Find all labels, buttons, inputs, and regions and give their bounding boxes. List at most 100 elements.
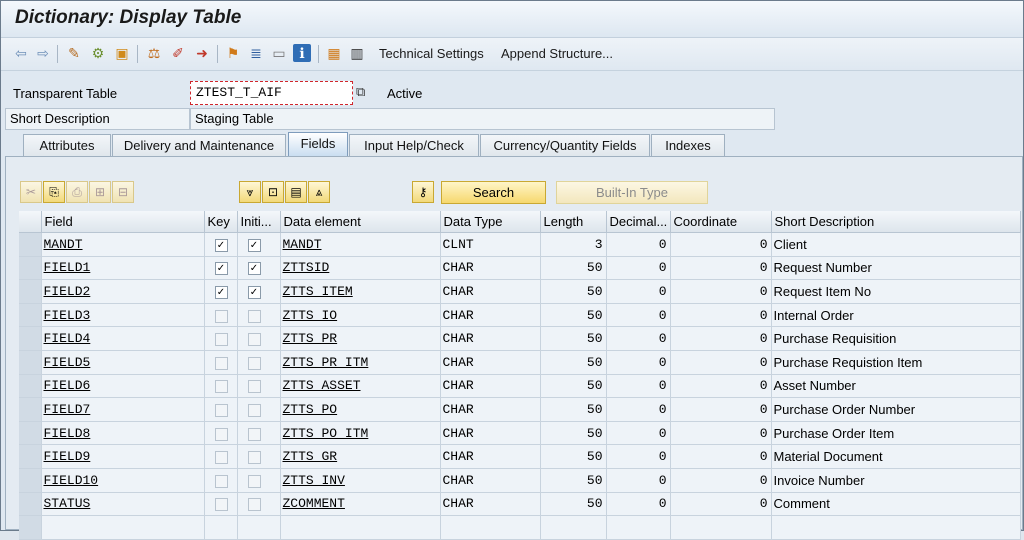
table-row[interactable]: FIELD4 ZTTS_PR CHAR 50 0 0 Purchase Requisitio… <box>19 326 1021 351</box>
table-row[interactable]: FIELD9 ZTTS_GR CHAR 50 0 0 Material Document <box>19 444 1021 469</box>
unchecked-checkbox[interactable] <box>214 333 228 347</box>
row-selector[interactable] <box>19 256 42 281</box>
data-element-cell-text[interactable]: ZTTS_PO_ITM <box>283 426 369 441</box>
table-row[interactable]: FIELD1 ✓ ✓ ZTTSID CHAR 50 0 0 Request Number <box>19 256 1021 281</box>
coordinate-cell[interactable]: 0 <box>670 468 772 493</box>
decimals-cell[interactable]: 0 <box>606 350 671 375</box>
field-name-cell-text[interactable]: FIELD3 <box>44 308 91 323</box>
field-name-cell[interactable]: FIELD9 <box>41 444 205 469</box>
data-element-cell-text[interactable]: ZTTS_GR <box>283 449 338 464</box>
coordinate-cell[interactable]: 0 <box>670 303 772 328</box>
technical-settings-button[interactable]: Technical Settings <box>379 46 484 61</box>
insert-row-icon[interactable]: ⊞ <box>89 181 111 203</box>
column-header[interactable]: Key <box>204 211 238 233</box>
unchecked-checkbox[interactable] <box>214 356 228 370</box>
decimals-cell[interactable]: 0 <box>606 421 671 446</box>
column-header[interactable]: Data Type <box>440 211 541 233</box>
column-header[interactable]: Field <box>41 211 205 233</box>
forward-arrow-icon[interactable]: ⇨ <box>34 44 52 62</box>
initial-checkbox[interactable] <box>237 303 281 328</box>
collapse-icon[interactable]: ⩓ <box>308 181 330 203</box>
checked-checkbox[interactable]: ✓ <box>214 262 228 276</box>
data-element-cell-text[interactable]: ZCOMMENT <box>283 496 345 511</box>
contents-icon[interactable]: ▦ <box>325 44 343 62</box>
length-cell[interactable]: 50 <box>540 492 607 517</box>
field-name-cell[interactable]: FIELD1 <box>41 256 205 281</box>
tab-delivery-maintenance[interactable]: Delivery and Maintenance <box>112 134 286 157</box>
field-name-cell-text[interactable]: FIELD2 <box>44 284 91 299</box>
data-type-cell[interactable]: CHAR <box>440 326 541 351</box>
row-selector[interactable] <box>19 374 42 399</box>
column-header[interactable]: Decimal... <box>606 211 671 233</box>
initial-checkbox[interactable] <box>237 350 281 375</box>
table-row[interactable]: FIELD8 ZTTS_PO_ITM CHAR 50 0 0 Purchase Order … <box>19 421 1021 446</box>
unchecked-checkbox[interactable] <box>247 380 261 394</box>
short-description-cell[interactable]: Request Number <box>771 256 1021 281</box>
unchecked-checkbox[interactable] <box>247 427 261 441</box>
expand-icon[interactable]: ⩔ <box>239 181 261 203</box>
search-help-icon[interactable]: ⚷ <box>412 181 434 203</box>
coordinate-cell[interactable]: 0 <box>670 421 772 446</box>
tab-indexes[interactable]: Indexes <box>651 134 725 157</box>
key-checkbox[interactable]: ✓ <box>204 279 238 304</box>
data-element-cell[interactable]: ZTTS_ITEM <box>280 279 441 304</box>
builtin-type-button[interactable]: Built-In Type <box>556 181 708 204</box>
field-name-cell-text[interactable]: FIELD7 <box>44 402 91 417</box>
short-description-cell[interactable]: Purchase Requistion Item <box>771 350 1021 375</box>
field-name-cell-text[interactable]: FIELD10 <box>44 473 99 488</box>
length-cell[interactable]: 50 <box>540 326 607 351</box>
data-element-cell-text[interactable]: ZTTS_ASSET <box>283 378 361 393</box>
table-row[interactable]: STATUS ZCOMMENT CHAR 50 0 0 Comment <box>19 492 1021 517</box>
delete-row-icon[interactable]: ⊟ <box>112 181 134 203</box>
short-description-cell[interactable]: Invoice Number <box>771 468 1021 493</box>
data-element-cell-text[interactable]: ZTTS_IO <box>283 308 338 323</box>
data-element-cell[interactable]: ZTTSID <box>280 256 441 281</box>
row-selector[interactable] <box>19 515 42 540</box>
coordinate-cell[interactable]: 0 <box>670 444 772 469</box>
append-structure-button[interactable]: Append Structure... <box>501 46 613 61</box>
field-name-cell-text[interactable]: MANDT <box>44 237 83 252</box>
short-description-cell[interactable] <box>771 515 1021 540</box>
field-name-cell[interactable]: FIELD3 <box>41 303 205 328</box>
data-type-cell[interactable] <box>440 515 541 540</box>
initial-checkbox[interactable] <box>237 468 281 493</box>
decimals-cell[interactable]: 0 <box>606 492 671 517</box>
data-element-cell[interactable]: ZTTS_ASSET <box>280 374 441 399</box>
key-checkbox[interactable] <box>204 326 238 351</box>
decimals-cell[interactable]: 0 <box>606 256 671 281</box>
paste-icon[interactable]: ⎙ <box>66 181 88 203</box>
data-type-cell[interactable]: CHAR <box>440 444 541 469</box>
coordinate-cell[interactable]: 0 <box>670 256 772 281</box>
transparent-table-field[interactable]: ZTEST_T_AIF <box>190 81 353 105</box>
tab-fields[interactable]: Fields <box>288 132 348 157</box>
key-checkbox[interactable] <box>204 468 238 493</box>
info-icon[interactable]: ℹ <box>293 44 311 62</box>
field-name-cell-text[interactable]: FIELD6 <box>44 378 91 393</box>
row-selector[interactable] <box>19 397 42 422</box>
test-icon[interactable]: ➜ <box>193 44 211 62</box>
other-object-icon[interactable]: ✎ <box>65 44 83 62</box>
table-row[interactable]: FIELD5 ZTTS_PR_ITM CHAR 50 0 0 Purchase Requis… <box>19 350 1021 375</box>
key-checkbox[interactable]: ✓ <box>204 232 238 257</box>
tab-input-help-check[interactable]: Input Help/Check <box>349 134 479 157</box>
length-cell[interactable]: 50 <box>540 468 607 493</box>
display-change-icon[interactable]: ⚙ <box>89 44 107 62</box>
short-description-cell[interactable]: Material Document <box>771 444 1021 469</box>
details-icon[interactable]: ▤ <box>285 181 307 203</box>
coordinate-cell[interactable] <box>670 515 772 540</box>
length-cell[interactable] <box>540 515 607 540</box>
copy-icon[interactable]: ⧉ <box>356 85 369 98</box>
active-inactive-icon[interactable]: ▣ <box>113 44 131 62</box>
data-element-cell[interactable] <box>280 515 441 540</box>
back-arrow-icon[interactable]: ⇦ <box>12 44 30 62</box>
data-element-cell[interactable]: ZTTS_PR <box>280 326 441 351</box>
checked-checkbox[interactable]: ✓ <box>214 286 228 300</box>
key-checkbox[interactable] <box>204 350 238 375</box>
column-header[interactable]: Length <box>540 211 607 233</box>
short-description-cell[interactable]: Internal Order <box>771 303 1021 328</box>
short-description-cell[interactable]: Comment <box>771 492 1021 517</box>
unchecked-checkbox[interactable] <box>247 356 261 370</box>
unchecked-checkbox[interactable] <box>247 498 261 512</box>
decimals-cell[interactable]: 0 <box>606 374 671 399</box>
data-element-cell[interactable]: ZCOMMENT <box>280 492 441 517</box>
